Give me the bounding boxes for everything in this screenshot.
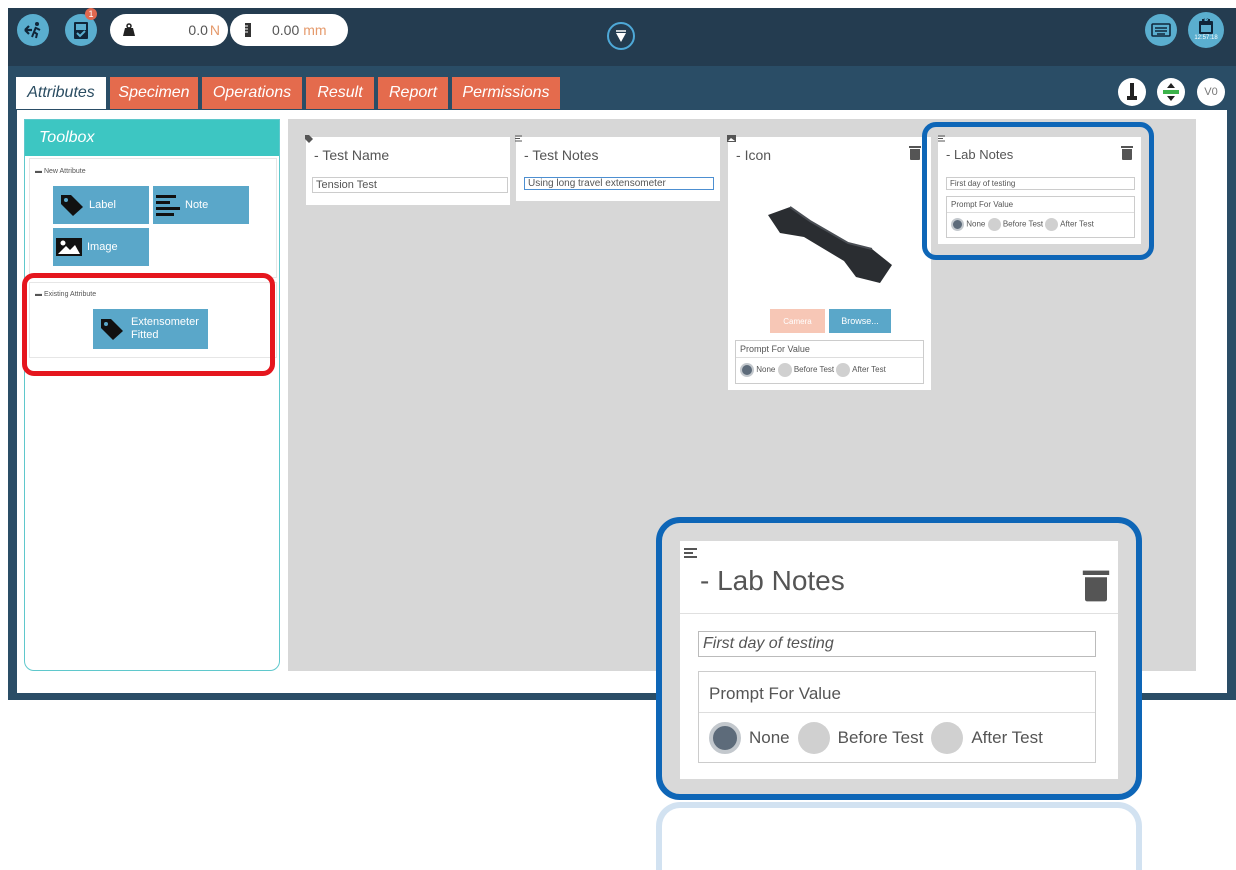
calendar-day: 13 <box>1202 19 1210 25</box>
version-button[interactable]: V0 <box>1197 78 1225 106</box>
exit-run-icon <box>24 22 41 39</box>
toolbox-note-button[interactable]: Note <box>153 186 249 224</box>
force-readout[interactable]: 0.0 N <box>110 14 228 46</box>
prompt-options: None Before Test After Test <box>740 363 886 377</box>
keyboard-icon <box>1151 23 1171 37</box>
card-title[interactable]: - Icon <box>736 147 771 163</box>
position-readout[interactable]: 0.00 mm <box>230 14 348 46</box>
zoomed-card-title: - Lab Notes <box>700 565 845 596</box>
prompt-for-value-group: Prompt For Value None Before Test After … <box>735 340 924 384</box>
card-title[interactable]: - Test Notes <box>524 147 598 163</box>
calendar-clock[interactable]: 13 12:57:18 <box>1188 12 1224 48</box>
force-unit: N <box>209 22 220 38</box>
tab-report[interactable]: Report <box>378 77 448 109</box>
v-logo-icon <box>616 30 626 42</box>
image-icon <box>56 238 82 256</box>
keyboard-button[interactable] <box>1145 14 1177 46</box>
camera-button[interactable]: Camera <box>770 309 825 333</box>
toolbox-image-button[interactable]: Image <box>53 228 149 266</box>
tab-specimen[interactable]: Specimen <box>110 77 198 109</box>
new-attribute-label[interactable]: ▬ New Attribute <box>35 168 86 175</box>
tab-attributes[interactable]: Attributes <box>16 77 106 109</box>
extensometer-icon <box>1127 83 1137 100</box>
position-unit: mm <box>303 22 327 38</box>
test-notes-card[interactable]: - Test Notes Using long travel extensome… <box>515 135 720 201</box>
test-name-input[interactable]: Tension Test <box>312 177 508 193</box>
test-notes-input[interactable]: Using long travel extensometer <box>524 177 714 190</box>
existing-attribute-highlight <box>22 273 275 376</box>
zoomed-radio-none <box>709 722 741 754</box>
note-small-icon <box>515 135 522 142</box>
clipboard-check-icon <box>74 22 88 39</box>
zoomed-prompt-label: Prompt For Value <box>709 684 841 703</box>
dogbone-specimen-image <box>768 206 892 283</box>
radio-none[interactable] <box>740 363 754 377</box>
zoomed-prompt-group: Prompt For Value None Before Test After … <box>698 671 1096 763</box>
tag-small-icon <box>305 135 313 143</box>
zoomed-lab-notes-card: - Lab Notes First day of testing Prompt … <box>680 541 1118 779</box>
position-value: 0.00 <box>272 22 300 38</box>
radio-before-test[interactable] <box>777 363 792 377</box>
toolbox-label-button[interactable]: Label <box>53 186 149 224</box>
ruler-icon <box>245 23 251 37</box>
clock-time: 12:57:18 <box>1194 35 1218 41</box>
note-lines-icon <box>156 195 180 216</box>
exit-button[interactable] <box>17 14 49 46</box>
card-title[interactable]: - Test Name <box>314 147 389 163</box>
callout-reflection <box>656 802 1142 870</box>
force-value: 0.0 <box>188 22 208 38</box>
image-small-icon <box>727 135 736 142</box>
weight-icon <box>123 23 135 36</box>
collapse-icon: ▬ <box>35 168 44 175</box>
tag-icon <box>61 195 83 216</box>
toolbox-title: Toolbox <box>25 120 279 156</box>
zoomed-radio-before-test <box>797 722 830 754</box>
tab-permissions[interactable]: Permissions <box>452 77 560 109</box>
app-logo <box>607 22 635 50</box>
prompt-label: Prompt For Value <box>740 344 810 354</box>
zoomed-radio-after-test <box>931 722 964 754</box>
tab-result[interactable]: Result <box>306 77 374 109</box>
tab-operations[interactable]: Operations <box>202 77 302 109</box>
trash-icon[interactable] <box>909 146 921 160</box>
zoomed-lab-notes-input: First day of testing <box>698 631 1096 657</box>
crosshead-toggle[interactable] <box>1157 78 1185 106</box>
test-name-card[interactable]: - Test Name Tension Test <box>305 135 510 205</box>
browse-button[interactable]: Browse... <box>829 309 891 333</box>
icon-card[interactable]: - Icon Camera Browse... Prompt For Value… <box>727 135 931 390</box>
radio-after-test[interactable] <box>836 363 851 377</box>
lab-notes-zoom-callout: - Lab Notes First day of testing Prompt … <box>656 517 1142 800</box>
notification-badge: 1 <box>85 8 97 20</box>
note-icon <box>684 548 697 558</box>
extensometer-toggle[interactable] <box>1118 78 1146 106</box>
crosshead-arrows-icon <box>1163 83 1179 101</box>
zoomed-trash-icon <box>1082 570 1110 602</box>
zoomed-prompt-options: None Before Test After Test <box>709 722 1043 754</box>
lab-notes-highlight <box>922 122 1154 260</box>
